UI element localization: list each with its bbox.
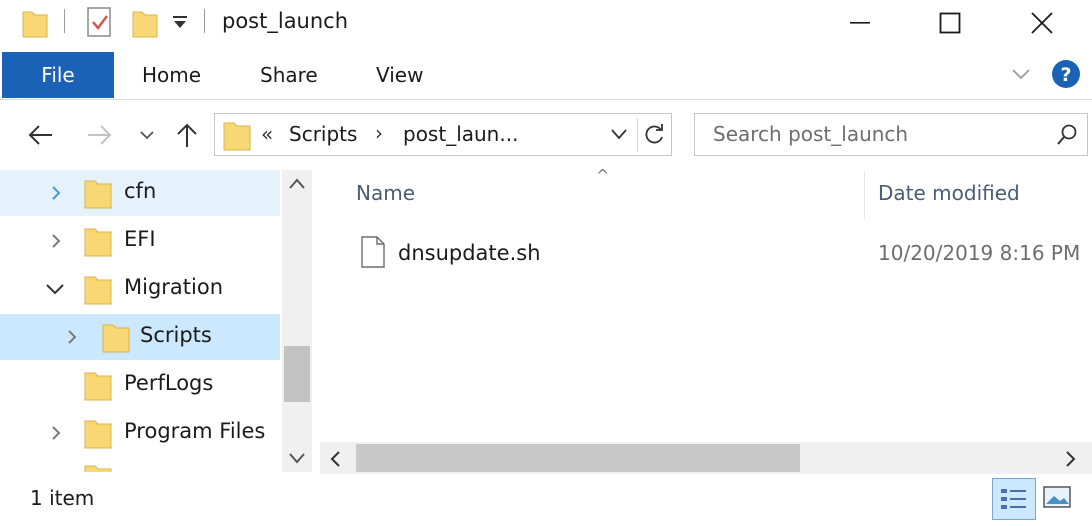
large-icons-view-icon <box>1043 486 1071 508</box>
status-bar: 1 item <box>0 478 1092 526</box>
divider <box>637 118 638 152</box>
folder-icon <box>84 417 112 453</box>
chevron-down-icon <box>611 129 627 140</box>
back-button[interactable] <box>20 116 60 154</box>
tree-item-label: Program Files <box>124 419 266 443</box>
details-view-button[interactable] <box>992 478 1036 520</box>
tab-view[interactable]: View <box>376 52 423 98</box>
customize-quick-access-icon[interactable] <box>170 14 190 36</box>
scrollbar-thumb[interactable] <box>356 444 800 472</box>
properties-icon[interactable] <box>86 6 114 42</box>
folder-icon <box>84 225 112 261</box>
tree-item-migration[interactable]: Migration <box>0 266 280 312</box>
tree-item-label: EFI <box>124 227 156 251</box>
chevron-right-icon[interactable] <box>46 183 66 203</box>
file-list-horizontal-scrollbar[interactable] <box>320 442 1092 474</box>
chevron-down-icon <box>140 131 154 140</box>
scroll-up-icon[interactable] <box>287 176 307 196</box>
folder-icon[interactable] <box>22 8 48 42</box>
up-arrow-icon <box>177 123 197 147</box>
tab-file[interactable]: File <box>2 52 114 98</box>
minimize-button[interactable] <box>814 0 906 46</box>
divider <box>204 9 205 33</box>
search-icon <box>1055 123 1079 151</box>
close-button[interactable] <box>996 0 1088 46</box>
divider <box>64 9 65 33</box>
chevron-right-icon[interactable] <box>62 327 82 347</box>
new-folder-icon[interactable] <box>132 8 158 42</box>
overflow-chevrons[interactable]: « <box>261 122 273 146</box>
tree-item-partial[interactable] <box>84 462 112 472</box>
column-header-name[interactable]: Name <box>356 181 415 205</box>
minimize-icon <box>850 22 870 24</box>
breadcrumb-scripts[interactable]: Scripts <box>289 122 357 146</box>
help-icon[interactable]: ? <box>1050 58 1082 94</box>
large-icons-view-button[interactable] <box>1042 484 1072 514</box>
refresh-button[interactable] <box>641 122 667 152</box>
chevron-down-icon[interactable] <box>44 279 64 299</box>
recent-locations-button[interactable] <box>134 116 160 154</box>
ribbon-tabs: File Home Share View ? <box>0 52 1092 100</box>
chevron-right-icon[interactable] <box>46 231 66 251</box>
tree-item-label: Migration <box>124 275 224 299</box>
forward-button[interactable] <box>80 116 120 154</box>
sort-ascending-indicator: ^ <box>596 166 610 185</box>
scroll-left-icon[interactable] <box>328 450 342 472</box>
folder-icon <box>102 321 130 357</box>
tree-item-scripts[interactable]: Scripts <box>0 314 280 360</box>
breadcrumb-separator[interactable]: › <box>375 121 383 145</box>
maximize-icon <box>939 12 961 34</box>
tree-item-label: PerfLogs <box>124 371 214 395</box>
chevron-right-icon[interactable] <box>46 423 66 443</box>
close-icon <box>1031 12 1053 34</box>
forward-arrow-icon <box>88 125 112 145</box>
column-header-date-modified[interactable]: Date modified <box>878 181 1020 205</box>
window-title: post_launch <box>222 9 349 33</box>
back-arrow-icon <box>28 125 52 145</box>
search-box[interactable]: Search post_launch <box>694 113 1088 156</box>
folder-icon <box>84 177 112 213</box>
details-view-icon <box>1001 489 1026 509</box>
tree-item-cfn[interactable]: cfn <box>0 170 280 216</box>
navigation-pane: cfn EFI Migration Scripts PerfLogs Progr… <box>0 170 312 472</box>
folder-icon <box>84 369 112 405</box>
tab-home[interactable]: Home <box>142 52 201 98</box>
tree-item-program-files[interactable]: Program Files <box>0 410 280 456</box>
tree-item-label: Scripts <box>140 323 212 347</box>
tab-share[interactable]: Share <box>260 52 318 98</box>
scroll-right-icon[interactable] <box>1064 450 1078 472</box>
search-input[interactable]: Search post_launch <box>713 122 908 146</box>
file-date-modified: 10/20/2019 8:16 PM <box>878 241 1081 265</box>
column-divider[interactable] <box>864 171 865 219</box>
svg-text:?: ? <box>1060 64 1071 86</box>
tree-item-efi[interactable]: EFI <box>0 218 280 264</box>
scroll-down-icon[interactable] <box>287 450 307 470</box>
maximize-button[interactable] <box>904 0 996 46</box>
refresh-icon <box>645 124 663 144</box>
tree-item-label: cfn <box>124 179 157 203</box>
expand-ribbon-icon[interactable] <box>1010 64 1032 88</box>
breadcrumb-post-launch[interactable]: post_laun... <box>403 122 518 146</box>
folder-icon <box>223 119 251 155</box>
title-bar: post_launch <box>0 0 1092 46</box>
tree-item-perflogs[interactable]: PerfLogs <box>0 362 280 408</box>
scrollbar-thumb[interactable] <box>284 346 310 402</box>
item-count: 1 item <box>30 486 95 510</box>
address-history-button[interactable] <box>609 126 629 146</box>
folder-icon <box>84 273 112 309</box>
address-bar[interactable]: « Scripts › post_laun... <box>214 113 672 156</box>
file-name[interactable]: dnsupdate.sh <box>398 241 541 265</box>
up-button[interactable] <box>172 116 202 154</box>
document-icon <box>360 236 386 272</box>
navigation-scrollbar[interactable] <box>282 170 312 472</box>
